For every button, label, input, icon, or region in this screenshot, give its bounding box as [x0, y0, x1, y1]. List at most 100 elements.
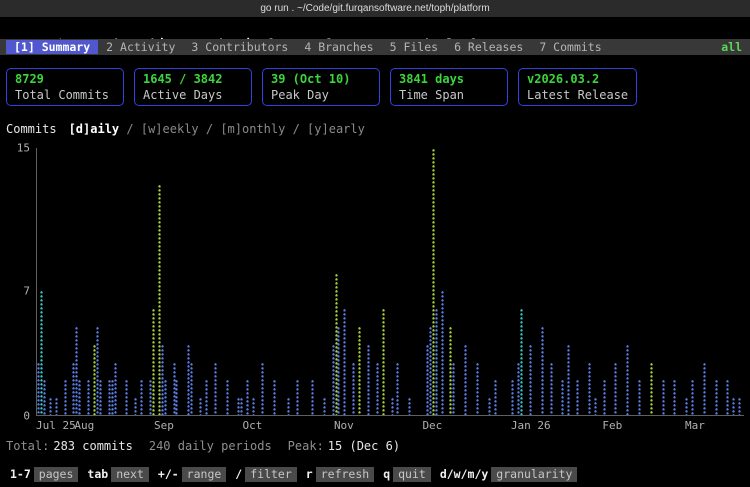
commit-bar-day-236 [732, 397, 735, 415]
commit-bar-day-57 [205, 379, 208, 415]
help-quit: qquit [383, 467, 431, 482]
commit-bar-day-14 [78, 379, 81, 415]
x-tick-feb: Feb [602, 419, 622, 432]
commit-bar-day-71 [246, 379, 249, 415]
commit-bar-day-6 [55, 397, 58, 415]
commit-bar-day-97 [323, 397, 326, 415]
commit-bar-day-208 [650, 362, 653, 415]
tab-1-summary[interactable]: [1] Summary [6, 40, 98, 54]
tab-3-contributors[interactable]: 3 Contributors [183, 40, 296, 54]
commit-bar-day-153 [488, 397, 491, 415]
tab-list: [1] Summary2 Activity3 Contributors4 Bra… [6, 39, 610, 55]
commit-bar-day-220 [685, 397, 688, 415]
y-tick-15: 15 [17, 142, 30, 155]
help-refresh: rrefresh [306, 467, 374, 482]
commit-bar-day-9 [64, 379, 67, 415]
commit-bar-day-17 [87, 379, 90, 415]
commit-bar-day-88 [296, 379, 299, 415]
granularity-w-eekly[interactable]: [w]eekly [141, 122, 199, 136]
commit-bar-day-180 [567, 344, 570, 415]
commit-bar-day-174 [550, 362, 553, 415]
stat-card-latest-release: v2026.03.2Latest Release [518, 68, 637, 106]
help-granularity: d/w/m/ygranularity [440, 467, 578, 482]
tab-7-commits[interactable]: 7 Commits [531, 40, 609, 54]
commit-bar-day-238 [738, 397, 741, 415]
commit-bar-day-109 [358, 326, 361, 415]
commit-bar-day-187 [588, 362, 591, 415]
commit-bar-day-30 [125, 379, 128, 415]
tab-4-branches[interactable]: 4 Branches [296, 40, 381, 54]
x-tick-nov: Nov [334, 419, 354, 432]
option-separator: / [285, 122, 307, 136]
commit-bar-day-204 [638, 379, 641, 415]
commit-bar-day-135 [435, 308, 438, 415]
chart-plot-area [36, 148, 744, 416]
chart-summary: Total:283 commits240 daily periodsPeak:1… [6, 439, 744, 455]
granularity-y-early[interactable]: [y]early [307, 122, 365, 136]
commit-bar-day-171 [541, 326, 544, 415]
stat-label: Peak Day [271, 87, 371, 103]
commit-bar-day-230 [715, 379, 718, 415]
summary-total-label: Total: [6, 439, 49, 453]
commit-bar-day-183 [576, 379, 579, 415]
commit-bar-day-60 [214, 362, 217, 415]
commits-chart: 0715 [6, 148, 744, 416]
help-key-: / [235, 467, 242, 481]
stat-label: Total Commits [15, 87, 115, 103]
y-tick-7: 7 [23, 284, 30, 297]
commit-bar-day-21 [99, 379, 102, 415]
commit-bar-day-117 [382, 308, 385, 415]
commit-bar-day-39 [152, 308, 155, 415]
commit-bar-day-4 [49, 397, 52, 415]
commit-bar-day-167 [529, 344, 532, 415]
granularity-options: [d]aily / [w]eekly / [m]onthly / [y]earl… [69, 122, 365, 136]
stat-cards: 8729Total Commits 1645 / 3842Active Days 3… [6, 68, 744, 106]
granularity-d-aily[interactable]: [d]aily [69, 122, 120, 136]
help-bar: 1-7pagestabnext+/-range/filterrrefreshqq… [0, 464, 750, 487]
commit-bar-day-212 [662, 379, 665, 415]
stat-card-total-commits: 8729Total Commits [6, 68, 124, 106]
commit-bar-day-141 [452, 362, 455, 415]
summary-peak-label: Peak: [288, 439, 324, 453]
tab-6-releases[interactable]: 6 Releases [446, 40, 531, 54]
chart-title: Commits [6, 122, 57, 136]
commit-bar-day-164 [520, 308, 523, 415]
commit-bar-day-189 [594, 397, 597, 415]
x-tick-aug: Aug [74, 419, 94, 432]
commit-bar-day-137 [441, 290, 444, 415]
x-tick-dec: Dec [422, 419, 442, 432]
terminal-window: go run . ~/Code/git.furqansoftware.net/t… [0, 0, 750, 487]
commit-bar-day-64 [226, 379, 229, 415]
stat-card-peak-day: 39 (Oct 10)Peak Day [262, 68, 380, 106]
commit-bar-day-122 [396, 362, 399, 415]
commit-bar-day-126 [408, 397, 411, 415]
stat-label: Active Days [143, 87, 243, 103]
help-key-d-w-m-y: d/w/m/y [440, 467, 488, 481]
summary-periods: 240 daily periods [149, 439, 272, 453]
commit-bar-day-33 [134, 397, 137, 415]
commit-bar-day-2 [43, 379, 46, 415]
commit-bar-day-73 [252, 397, 255, 415]
help-key-q: q [383, 467, 390, 481]
summary-total-value: 283 commits [53, 439, 132, 453]
commit-bar-day-55 [199, 397, 202, 415]
commit-bar-day-149 [476, 362, 479, 415]
tab-5-files[interactable]: 5 Files [382, 40, 446, 54]
x-tick-jul-25: Jul 25 [36, 419, 76, 432]
commit-bar-day-196 [614, 362, 617, 415]
stat-card-active-days: 1645 / 3842Active Days [134, 68, 252, 106]
stat-value: v2026.03.2 [527, 71, 628, 87]
help-key-tab: tab [87, 467, 108, 481]
commit-bar-day-145 [464, 344, 467, 415]
option-separator: / [119, 122, 141, 136]
terminal-content: gittop: /home/hjr265/Code/git.furqansoft… [0, 17, 750, 464]
commit-bar-day-178 [561, 379, 564, 415]
help-key-: +/- [158, 467, 179, 481]
y-axis-labels: 0715 [6, 148, 36, 416]
tab-2-activity[interactable]: 2 Activity [98, 40, 183, 54]
commit-bar-day-47 [175, 379, 178, 415]
granularity-m-onthly[interactable]: [m]onthly [220, 122, 285, 136]
help-pages: 1-7pages [10, 467, 78, 482]
x-axis-labels: Jul 25AugSepOctNovDecJan 26FebMar [36, 416, 744, 432]
window-title: go run . ~/Code/git.furqansoftware.net/t… [260, 3, 489, 14]
